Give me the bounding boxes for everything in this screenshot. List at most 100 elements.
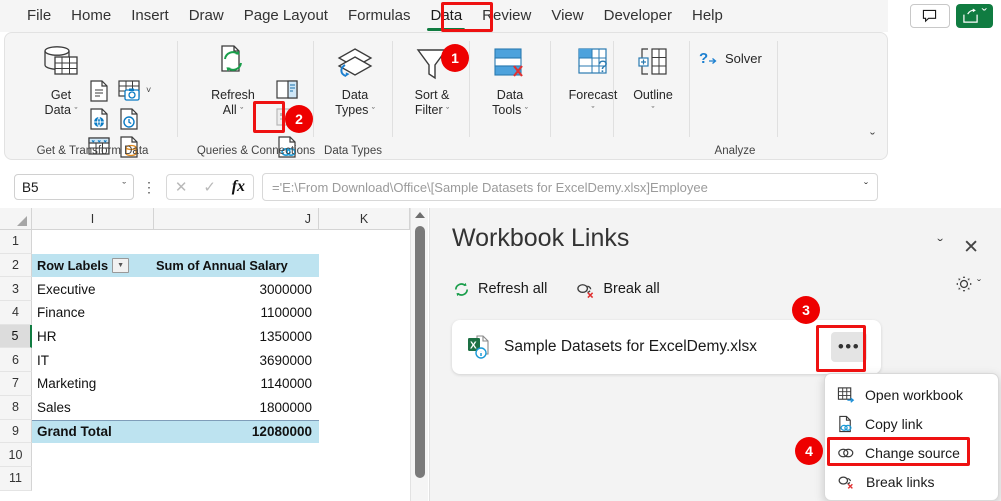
cell-K5[interactable]	[319, 325, 410, 349]
menu-item-open-workbook[interactable]: Open workbook	[825, 380, 998, 409]
row-header-6[interactable]: 6	[0, 348, 32, 373]
pane-close-button[interactable]: ✕	[963, 236, 979, 259]
cell-J8[interactable]: 1800000	[154, 396, 319, 420]
tab-review[interactable]: Review	[473, 3, 540, 29]
cell-K1[interactable]	[319, 230, 410, 254]
cell-J10[interactable]	[154, 443, 319, 467]
tab-insert[interactable]: Insert	[122, 3, 178, 29]
workbook-link-more-button[interactable]: •••	[831, 332, 867, 362]
cell-K10[interactable]	[319, 443, 410, 467]
cell-J1[interactable]	[154, 230, 319, 254]
refresh-all-button[interactable]: Refresh All ˇ	[195, 43, 271, 119]
menu-item-change-source[interactable]: Change source	[825, 438, 998, 467]
refresh-all-label-2: All	[222, 103, 237, 117]
tab-view[interactable]: View	[542, 3, 592, 29]
workbook-link-item[interactable]: X Sample Datasets for ExcelDemy.xlsx •••	[452, 320, 881, 374]
tab-developer[interactable]: Developer	[595, 3, 681, 29]
cancel-icon[interactable]: ✕	[175, 178, 188, 196]
cell-J2-value-header[interactable]: Sum of Annual Salary	[154, 253, 319, 278]
formula-expand-caret[interactable]: ˇ	[858, 180, 868, 194]
cell-K4[interactable]	[319, 301, 410, 325]
tab-draw[interactable]: Draw	[180, 3, 233, 29]
tab-help[interactable]: Help	[683, 3, 732, 29]
cell-K6[interactable]	[319, 348, 410, 372]
cell-K11[interactable]	[319, 467, 410, 491]
filter-dropdown-icon[interactable]: ▼	[112, 258, 130, 274]
cell-K8[interactable]	[319, 396, 410, 420]
cell-I6[interactable]: IT	[32, 348, 154, 372]
cell-K2[interactable]	[319, 254, 410, 278]
tab-file[interactable]: File	[18, 3, 60, 29]
from-text-csv-button[interactable]	[87, 79, 111, 108]
from-picture-caret[interactable]: ˅	[146, 85, 151, 95]
tab-page-layout[interactable]: Page Layout	[235, 3, 337, 29]
row-header-7[interactable]: 7	[0, 372, 32, 396]
cell-I4[interactable]: Finance	[32, 301, 154, 325]
formula-bar-overflow-icon[interactable]: ⋮	[142, 179, 156, 196]
from-picture-button[interactable]	[117, 79, 143, 108]
row-header-4[interactable]: 4	[0, 301, 32, 325]
row-header-11[interactable]: 11	[0, 466, 32, 491]
column-header-K[interactable]: K	[319, 208, 410, 229]
cell-I11[interactable]	[32, 467, 154, 491]
select-all-corner[interactable]	[0, 208, 32, 229]
cell-I2-row-labels[interactable]: Row Labels ▼	[32, 253, 154, 278]
row-header-2[interactable]: 2	[0, 253, 32, 278]
cell-I10[interactable]	[32, 443, 154, 467]
cell-J3[interactable]: 3000000	[154, 277, 319, 301]
outline-button[interactable]: Outline ˇ	[617, 45, 689, 118]
row-header-3[interactable]: 3	[0, 277, 32, 302]
queries-connections-pane-button[interactable]	[275, 79, 299, 105]
solver-button[interactable]: ? Solver	[699, 49, 762, 67]
refresh-all-links-button[interactable]: Refresh all	[452, 280, 547, 299]
formula-input[interactable]: ='E:\From Download\Office\[Sample Datase…	[262, 173, 878, 201]
cell-J4[interactable]: 1100000	[154, 301, 319, 325]
cell-K3[interactable]	[319, 277, 410, 301]
tab-data[interactable]: Data	[421, 3, 471, 31]
pane-settings-button[interactable]: ˇ	[954, 274, 981, 294]
cell-I5[interactable]: HR	[32, 325, 154, 349]
row-header-1[interactable]: 1	[0, 230, 32, 254]
menu-item-copy-link[interactable]: Copy link	[825, 409, 998, 438]
name-box[interactable]: B5 ˇ	[14, 174, 134, 200]
recent-sources-button[interactable]	[117, 107, 141, 136]
share-button[interactable]: ˇ	[955, 4, 993, 28]
cell-J5[interactable]: 1350000	[154, 325, 319, 349]
data-types-button[interactable]: Data Types ˇ	[319, 45, 391, 119]
tab-formulas[interactable]: Formulas	[339, 3, 420, 29]
cell-I1[interactable]	[32, 230, 154, 254]
ribbon-collapse-button[interactable]: ˇ	[870, 130, 875, 147]
vertical-scrollbar[interactable]	[410, 208, 428, 501]
cell-I9-grand-total-label[interactable]: Grand Total	[32, 419, 154, 444]
cell-K7[interactable]	[319, 372, 410, 396]
column-header-I[interactable]: I	[32, 208, 154, 229]
break-all-links-button[interactable]: Break all	[575, 280, 660, 299]
get-data-caret: ˇ	[74, 106, 78, 116]
row-header-10[interactable]: 10	[0, 443, 32, 467]
cell-I8[interactable]: Sales	[32, 396, 154, 420]
cell-J9-grand-total-value[interactable]: 12080000	[154, 419, 319, 444]
scrollbar-thumb[interactable]	[415, 226, 425, 478]
comments-button[interactable]	[909, 4, 950, 28]
cell-J7[interactable]: 1140000	[154, 372, 319, 396]
grid-row-5: HR 1350000	[32, 325, 410, 349]
cell-K9[interactable]	[319, 420, 410, 444]
cell-I3[interactable]: Executive	[32, 277, 154, 301]
cell-J6[interactable]: 3690000	[154, 348, 319, 372]
menu-item-break-links[interactable]: Break links	[825, 467, 998, 496]
cell-J11[interactable]	[154, 467, 319, 491]
column-header-J[interactable]: J	[154, 208, 319, 229]
scroll-up-arrow-icon[interactable]	[415, 212, 425, 218]
copy-link-icon	[839, 415, 852, 432]
from-web-button[interactable]	[87, 107, 111, 136]
tab-home[interactable]: Home	[62, 3, 120, 29]
pane-collapse-button[interactable]: ˇ	[937, 236, 943, 256]
cell-I7[interactable]: Marketing	[32, 372, 154, 396]
svg-text:?: ?	[598, 57, 607, 76]
row-header-5[interactable]: 5	[0, 324, 32, 349]
confirm-icon[interactable]: ✓	[203, 178, 216, 196]
row-header-8[interactable]: 8	[0, 395, 32, 420]
row-header-9[interactable]: 9	[0, 419, 32, 444]
data-tools-button[interactable]: Data Tools ˇ	[473, 45, 547, 119]
insert-function-icon[interactable]: fx	[232, 178, 245, 196]
